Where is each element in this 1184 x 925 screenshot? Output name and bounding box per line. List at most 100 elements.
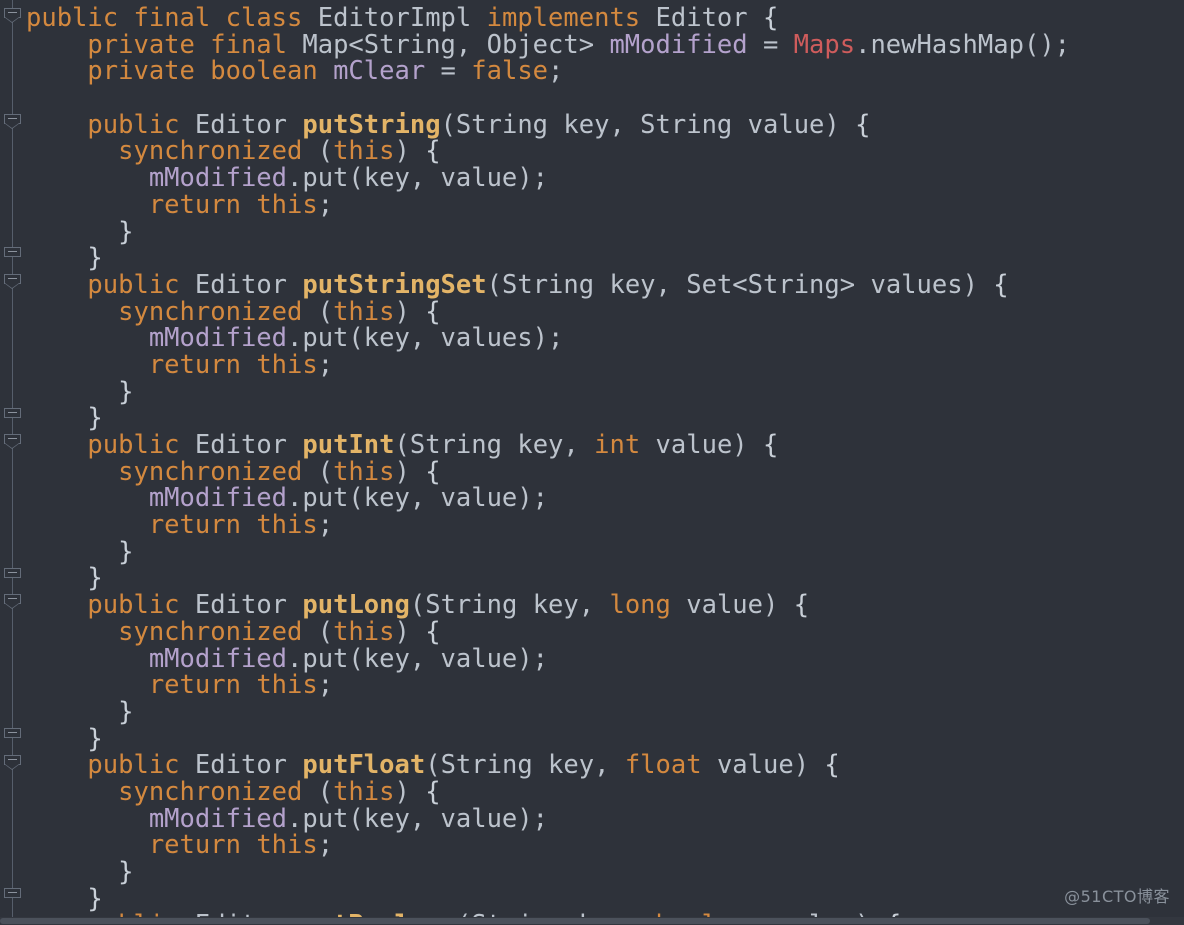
code-token: { xyxy=(763,3,779,33)
code-token: this xyxy=(256,189,318,220)
code-token: .put(key, value); xyxy=(287,803,548,834)
code-line[interactable]: private final Map<String, Object> mModif… xyxy=(26,29,1184,60)
code-line[interactable]: return this; xyxy=(26,512,1184,539)
code-line[interactable]: } xyxy=(26,218,1184,246)
code-line[interactable]: return this; xyxy=(26,189,1184,220)
code-editor[interactable]: public final class EditorImpl implements… xyxy=(0,0,1184,925)
code-line[interactable]: public Editor putStringSet(String key, S… xyxy=(26,272,1184,299)
fold-minus-icon[interactable] xyxy=(4,755,21,770)
fold-minus-icon[interactable] xyxy=(4,247,21,261)
code-token: ) xyxy=(394,136,426,167)
code-line[interactable]: mModified.put(key, value); xyxy=(26,165,1184,192)
code-line[interactable]: } xyxy=(26,245,1184,272)
code-line[interactable]: public Editor putLong(String key, long v… xyxy=(26,592,1184,619)
code-token: ) xyxy=(394,296,426,327)
code-token: key, xyxy=(517,590,610,621)
fold-minus-icon[interactable] xyxy=(4,888,21,902)
code-token: int xyxy=(594,430,641,460)
code-token: { xyxy=(425,296,441,327)
code-line[interactable]: } xyxy=(26,538,1184,566)
code-line[interactable]: return this; xyxy=(26,672,1184,699)
fold-minus-icon[interactable] xyxy=(4,274,21,289)
code-token: public xyxy=(87,750,180,781)
horizontal-scrollbar-thumb[interactable] xyxy=(0,918,1150,924)
fold-minus-icon[interactable] xyxy=(4,114,21,129)
folding-gutter[interactable] xyxy=(0,0,26,925)
fold-minus-icon[interactable] xyxy=(4,568,21,582)
code-line[interactable]: synchronized (this) { xyxy=(26,457,1184,487)
code-line[interactable]: } xyxy=(26,859,1184,886)
code-token: } xyxy=(87,563,103,594)
code-token: key, xyxy=(502,430,595,460)
fold-marker-tip xyxy=(4,283,20,289)
code-token: key, xyxy=(548,109,641,140)
code-line[interactable]: public final class EditorImpl implements… xyxy=(26,5,1184,32)
fold-minus-icon[interactable] xyxy=(4,594,21,609)
code-token: implements xyxy=(486,3,641,33)
code-token: return xyxy=(148,349,241,380)
code-line[interactable]: } xyxy=(26,405,1184,432)
code-token: values) xyxy=(855,269,994,300)
code-line[interactable] xyxy=(26,85,1184,112)
code-line[interactable]: } xyxy=(26,565,1184,592)
code-content[interactable]: public final class EditorImpl implements… xyxy=(26,0,1184,925)
code-line[interactable]: return this; xyxy=(26,832,1184,859)
horizontal-scrollbar[interactable] xyxy=(0,917,1184,925)
code-line[interactable]: } xyxy=(26,699,1184,726)
code-line[interactable]: return this; xyxy=(26,352,1184,379)
code-token: final xyxy=(210,29,288,60)
code-token: public xyxy=(87,109,180,140)
code-line[interactable]: public Editor putInt(String key, int val… xyxy=(26,432,1184,459)
code-line[interactable]: synchronized (this) { xyxy=(26,779,1184,806)
code-token: return xyxy=(148,830,241,861)
code-line[interactable]: mModified.put(key, value); xyxy=(26,485,1184,512)
code-token: this xyxy=(256,670,318,701)
code-token: putString xyxy=(302,109,441,140)
code-line[interactable]: private boolean mClear = false; xyxy=(26,58,1184,85)
fold-minus-icon[interactable] xyxy=(4,728,21,742)
code-token: String xyxy=(409,430,502,460)
fold-minus-icon[interactable] xyxy=(4,408,21,422)
code-token: public xyxy=(87,269,180,300)
code-line[interactable]: } xyxy=(26,724,1184,754)
fold-marker-minus xyxy=(8,598,17,599)
code-line[interactable]: public Editor putString(String key, Stri… xyxy=(26,109,1184,140)
code-line[interactable]: mModified.put(key, values); xyxy=(26,325,1184,352)
code-line[interactable]: } xyxy=(26,376,1184,407)
fold-marker-tip xyxy=(4,443,20,449)
fold-minus-icon[interactable] xyxy=(4,434,21,449)
code-token: private xyxy=(87,56,195,87)
code-line[interactable]: } xyxy=(26,885,1184,913)
code-line[interactable]: synchronized (this) { xyxy=(26,618,1184,646)
code-line[interactable]: synchronized (this) { xyxy=(26,138,1184,165)
code-token: String xyxy=(455,109,549,140)
fold-minus-icon[interactable] xyxy=(4,8,21,23)
code-token: } xyxy=(118,376,134,407)
code-token: ; xyxy=(548,56,564,87)
code-line[interactable]: public Editor putFloat(String key, float… xyxy=(26,752,1184,779)
code-token: Editor xyxy=(194,109,288,140)
code-line[interactable]: mModified.put(key, value); xyxy=(26,645,1184,673)
code-line[interactable]: mModified.put(key, value); xyxy=(26,803,1184,834)
code-token: ( xyxy=(302,296,334,327)
code-token: String xyxy=(425,590,518,621)
code-token: ; xyxy=(317,349,334,380)
code-line[interactable]: synchronized (this) { xyxy=(26,296,1184,327)
code-token: mModified xyxy=(148,163,287,194)
